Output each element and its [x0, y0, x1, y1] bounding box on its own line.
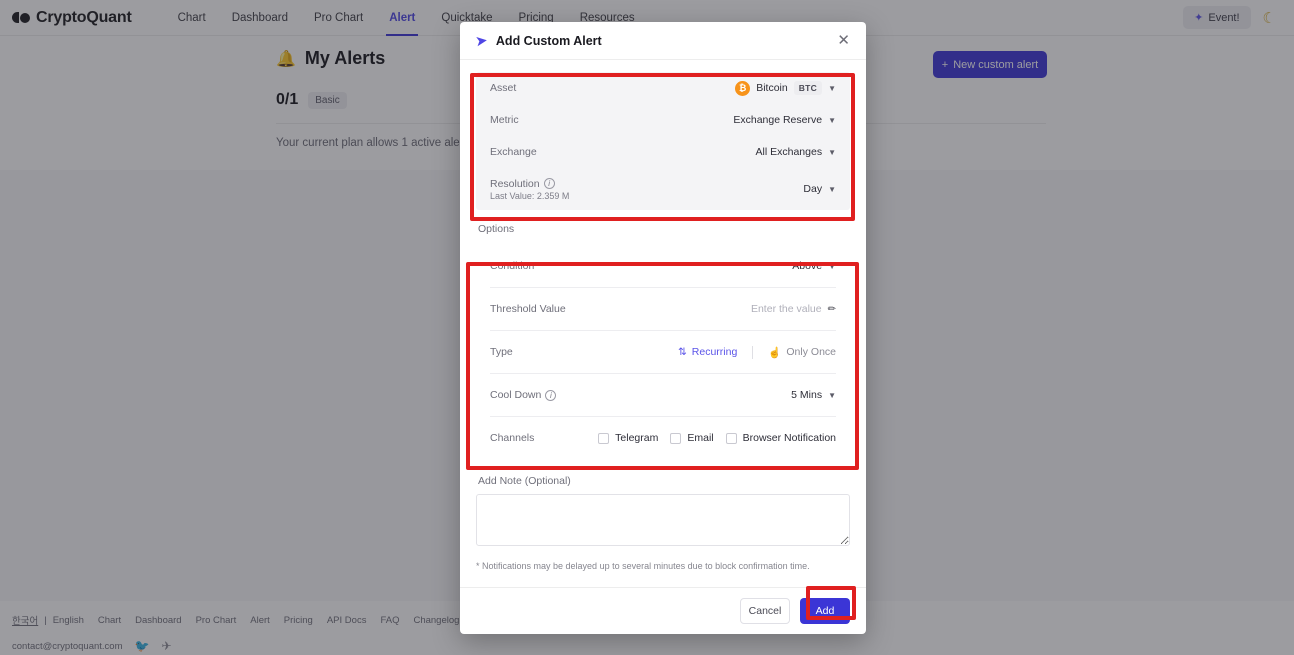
condition-value-text: Above: [792, 260, 823, 272]
resolution-last-value: Last Value: 2.359 M: [490, 190, 570, 201]
channel-email-label: Email: [687, 432, 714, 444]
cooldown-label: Cool Down i: [490, 389, 557, 401]
checkbox-telegram[interactable]: [598, 432, 610, 444]
asset-label: Asset: [490, 82, 517, 94]
resolution-value[interactable]: Day ▼: [803, 183, 836, 195]
asset-row[interactable]: Asset ₿ Bitcoin BTC ▼: [476, 72, 850, 104]
channels-row: Channels Telegram Email Browser Notifica…: [476, 417, 850, 459]
dialog-footer: Cancel Add: [460, 587, 866, 634]
options-section-header: Options: [478, 223, 515, 235]
condition-value[interactable]: Above ▼: [792, 260, 836, 272]
condition-row[interactable]: Condition Above ▼: [476, 245, 850, 287]
metric-label: Metric: [490, 114, 519, 126]
asset-settings-group: Asset ₿ Bitcoin BTC ▼ Metric Exchange Re…: [476, 72, 850, 210]
type-option-only-once-label: Only Once: [786, 346, 836, 358]
app-root: CryptoQuant Chart Dashboard Pro Chart Al…: [0, 0, 1294, 655]
info-icon[interactable]: i: [543, 178, 555, 189]
type-option-recurring-label: Recurring: [691, 346, 738, 358]
metric-value[interactable]: Exchange Reserve ▼: [733, 114, 836, 126]
condition-label: Condition: [490, 260, 535, 272]
asset-value[interactable]: ₿ Bitcoin BTC ▼: [735, 80, 836, 96]
threshold-value[interactable]: Enter the value ✏: [751, 303, 836, 315]
note-label: Add Note (Optional): [478, 475, 571, 487]
threshold-input[interactable]: Enter the value: [751, 303, 822, 315]
dialog-body: Asset ₿ Bitcoin BTC ▼ Metric Exchange Re…: [460, 60, 866, 587]
type-separator: [752, 345, 754, 359]
chevron-down-icon[interactable]: ▼: [828, 391, 836, 400]
channels-options: Telegram Email Browser Notification: [598, 432, 836, 444]
bitcoin-icon: ₿: [735, 80, 751, 96]
cancel-button[interactable]: Cancel: [740, 598, 790, 624]
close-icon[interactable]: ✕: [837, 33, 850, 48]
channel-browser-notification-label: Browser Notification: [742, 432, 836, 444]
exchange-value-text: All Exchanges: [755, 146, 823, 158]
resolution-label: Resolution i: [490, 178, 569, 190]
channel-browser-notification[interactable]: Browser Notification: [725, 432, 836, 444]
channels-label: Channels: [490, 432, 535, 444]
tap-icon: ☝: [768, 346, 782, 359]
chevron-down-icon[interactable]: ▼: [828, 84, 836, 93]
resolution-row[interactable]: Resolution i Last Value: 2.359 M Day ▼: [476, 168, 850, 210]
dialog-title: ➤ Add Custom Alert: [474, 31, 602, 49]
asset-ticker-badge: BTC: [793, 81, 823, 95]
checkbox-email[interactable]: [670, 432, 682, 444]
metric-value-text: Exchange Reserve: [733, 114, 823, 126]
cooldown-label-text: Cool Down: [490, 389, 542, 401]
dialog-header: ➤ Add Custom Alert ✕: [460, 22, 866, 60]
type-options: ⇅ Recurring ☝ Only Once: [678, 345, 836, 359]
channel-telegram[interactable]: Telegram: [598, 432, 658, 444]
note-textarea[interactable]: [476, 494, 850, 546]
options-group: Condition Above ▼ Threshold Value Enter …: [476, 245, 850, 459]
threshold-label: Threshold Value: [490, 303, 566, 315]
resolution-label-stack: Resolution i Last Value: 2.359 M: [490, 178, 569, 201]
add-custom-alert-dialog: ➤ Add Custom Alert ✕ Asset ₿ Bitcoin BTC…: [460, 22, 866, 634]
type-row: Type ⇅ Recurring ☝ Only Once: [476, 331, 850, 373]
alert-flag-icon: ➤: [474, 31, 488, 49]
checkbox-browser-notification[interactable]: [725, 432, 737, 444]
info-icon[interactable]: i: [545, 389, 557, 401]
cooldown-value[interactable]: 5 Mins ▼: [791, 389, 836, 401]
resolution-label-text: Resolution: [490, 177, 540, 190]
chevron-down-icon[interactable]: ▼: [828, 185, 836, 194]
type-label: Type: [490, 346, 513, 358]
exchange-row[interactable]: Exchange All Exchanges ▼: [476, 136, 850, 168]
chevron-down-icon[interactable]: ▼: [828, 262, 836, 271]
dialog-title-text: Add Custom Alert: [495, 33, 602, 48]
asset-name: Bitcoin: [756, 82, 788, 94]
metric-row[interactable]: Metric Exchange Reserve ▼: [476, 104, 850, 136]
chevron-down-icon[interactable]: ▼: [828, 116, 836, 125]
channel-email[interactable]: Email: [670, 432, 714, 444]
swap-icon: ⇅: [677, 346, 687, 358]
type-option-recurring[interactable]: ⇅ Recurring: [678, 346, 737, 358]
type-option-only-once[interactable]: ☝ Only Once: [768, 346, 836, 359]
threshold-row[interactable]: Threshold Value Enter the value ✏: [476, 288, 850, 330]
pencil-icon[interactable]: ✏: [828, 304, 836, 315]
add-button[interactable]: Add: [800, 598, 850, 624]
exchange-value[interactable]: All Exchanges ▼: [756, 146, 836, 158]
chevron-down-icon[interactable]: ▼: [828, 148, 836, 157]
resolution-value-text: Day: [803, 183, 823, 195]
exchange-label: Exchange: [490, 146, 537, 158]
channel-telegram-label: Telegram: [615, 432, 659, 444]
cooldown-value-text: 5 Mins: [791, 389, 823, 401]
cooldown-row[interactable]: Cool Down i 5 Mins ▼: [476, 374, 850, 416]
disclaimer-text: * Notifications may be delayed up to sev…: [476, 561, 810, 571]
